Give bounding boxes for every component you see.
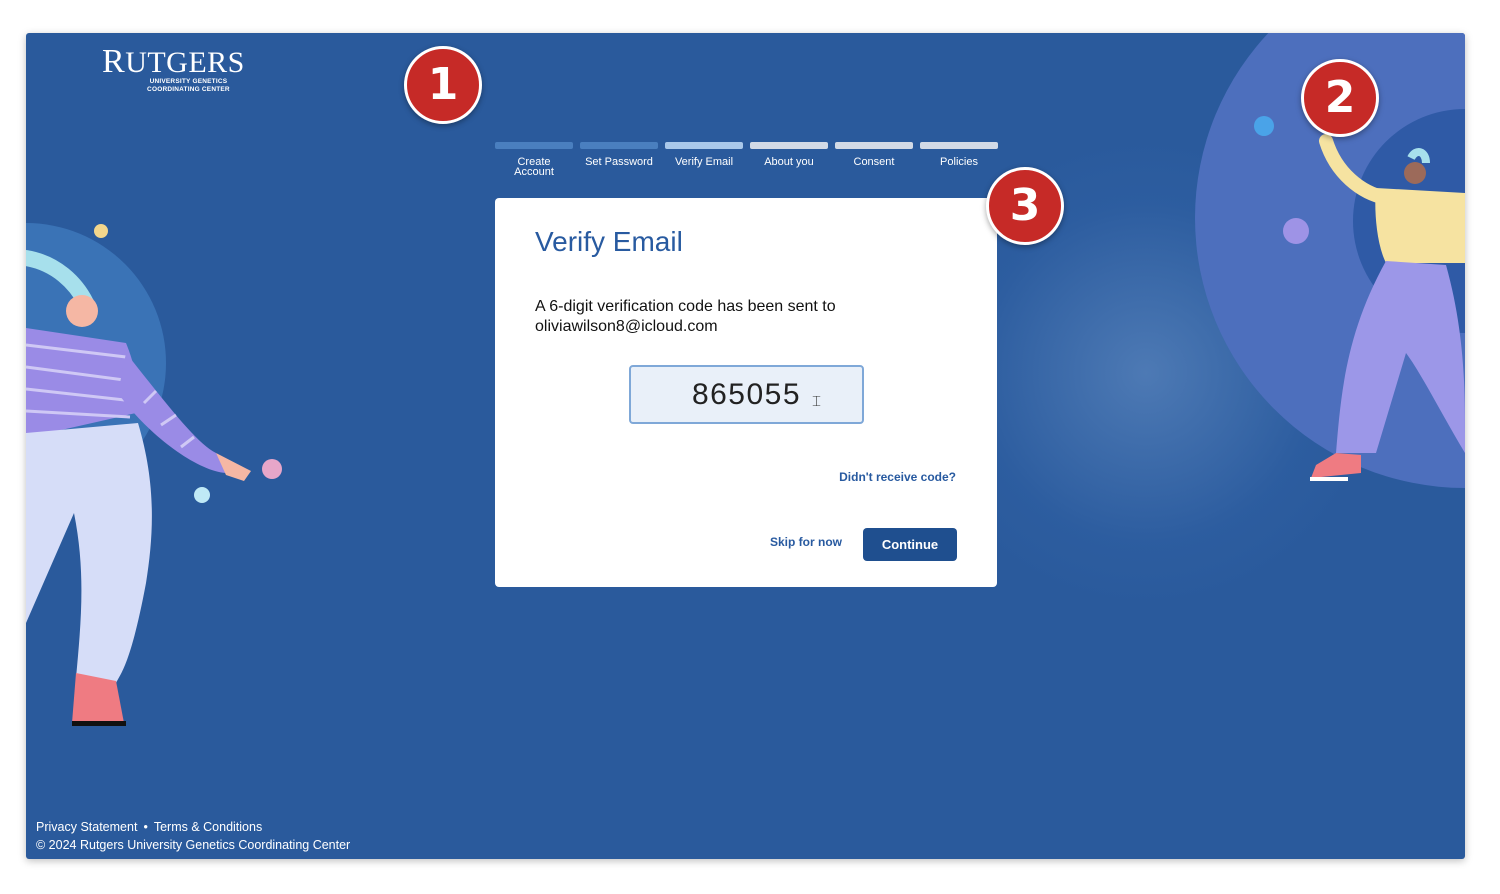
step-consent: Consent: [835, 142, 913, 168]
footer: Privacy Statement • Terms & Conditions © 2…: [36, 818, 350, 854]
step-bar: [920, 142, 998, 149]
step-label: Verify Email: [674, 156, 734, 168]
step-label: Create Account: [514, 156, 554, 178]
step-about-you: About you: [750, 142, 828, 168]
step-policies: Policies: [920, 142, 998, 168]
step-bar: [665, 142, 743, 149]
step-bar: [495, 142, 573, 149]
logo-subtitle-line1: UNIVERSITY GENETICS: [149, 78, 228, 85]
card-title: Verify Email: [535, 226, 683, 257]
copyright-text: © 2024 Rutgers University Genetics Coord…: [36, 838, 351, 852]
message-text: A 6-digit verification code has been sen…: [535, 298, 836, 315]
step-label: Consent: [853, 156, 895, 168]
skip-for-now-link[interactable]: Skip for now: [770, 535, 842, 549]
logo-subtitle-line2: COORDINATING CENTER: [147, 86, 230, 93]
step-bar: [835, 142, 913, 149]
left-illustration: [26, 223, 282, 726]
i-beam-cursor-icon: ⌶: [812, 393, 822, 410]
continue-button[interactable]: Continue: [863, 528, 957, 561]
verification-code-input[interactable]: [629, 365, 864, 424]
rutgers-logo: RUTGERS UNIVERSITY GENETICS COORDINATING…: [102, 43, 245, 94]
step-label: Policies: [940, 156, 978, 168]
privacy-statement-link[interactable]: Privacy Statement: [36, 820, 137, 834]
step-label: About you: [764, 156, 814, 168]
step-label: Set Password: [585, 156, 653, 168]
footer-separator: •: [143, 820, 148, 834]
progress-stepper: Create Account Set Password Verify Email …: [495, 142, 998, 192]
step-create-account: Create Account: [495, 142, 573, 178]
callout-marker-2: 2: [1301, 59, 1379, 137]
step-set-password: Set Password: [580, 142, 658, 168]
terms-conditions-link[interactable]: Terms & Conditions: [154, 820, 262, 834]
verify-email-card: Verify Email A 6-digit verification code…: [495, 198, 997, 587]
callout-marker-3: 3: [986, 167, 1064, 245]
step-bar: [750, 142, 828, 149]
resend-code-link[interactable]: Didn't receive code?: [839, 470, 956, 484]
step-verify-email: Verify Email: [665, 142, 743, 168]
email-address: oliviawilson8@icloud.com: [535, 318, 718, 335]
app-window: RUTGERS UNIVERSITY GENETICS COORDINATING…: [26, 33, 1465, 859]
verification-message: A 6-digit verification code has been sen…: [535, 297, 836, 337]
callout-marker-1: 1: [404, 46, 482, 124]
step-bar: [580, 142, 658, 149]
